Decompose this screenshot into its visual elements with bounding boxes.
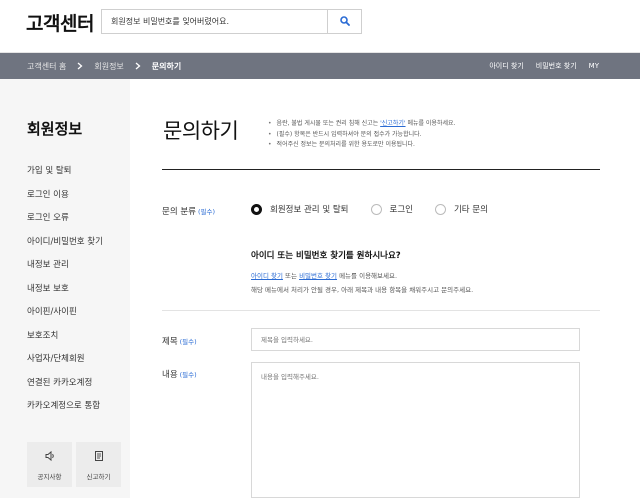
notice-list: 음란, 불법 게시물 또는 권리 침해 신고는 '신고하기' 메뉴를 이용하세요… <box>268 119 456 151</box>
sidebar-item-my-info[interactable]: 내정보 관리 <box>27 257 103 281</box>
subject-label-text: 제목 <box>162 337 178 347</box>
category-label-text: 문의 분류 <box>162 207 196 217</box>
notice-text: 메뉴를 이용하세요. <box>405 120 456 127</box>
chevron-right-icon <box>77 62 83 70</box>
help-text: 메뉴를 이용해보세요. <box>337 272 398 280</box>
sidebar-item-business-member[interactable]: 사업자/단체회원 <box>27 351 103 375</box>
required-mark: (필수) <box>197 208 216 216</box>
sidebar-item-find-id-password[interactable]: 아이디/비밀번호 찾기 <box>27 234 103 258</box>
notice-item: 음란, 불법 게시물 또는 권리 침해 신고는 '신고하기' 메뉴를 이용하세요… <box>268 119 456 130</box>
sidebar-item-linked-kakao[interactable]: 연결된 카카오계정 <box>27 375 103 399</box>
category-radio-group: 회원정보 관리 및 탈퇴 로그인 기타 문의 <box>251 203 510 215</box>
navbar: 고객센터 홈 회원정보 문의하기 아이디 찾기 비밀번호 찾기 MY <box>0 53 640 79</box>
radio-member-management[interactable]: 회원정보 관리 및 탈퇴 <box>251 203 349 215</box>
radio-label: 기타 문의 <box>453 205 488 215</box>
notice-text: 음란, 불법 게시물 또는 권리 침해 신고는 <box>276 120 381 127</box>
search-icon <box>339 13 350 31</box>
logo[interactable]: 고객센터 <box>26 9 94 36</box>
main-content: 문의하기 음란, 불법 게시물 또는 권리 침해 신고는 '신고하기' 메뉴를 … <box>130 79 640 498</box>
help-line-1: 아이디 찾기 또는 비밀번호 찾기 메뉴를 이용해보세요. <box>251 270 397 280</box>
category-label: 문의 분류 (필수) <box>162 205 215 217</box>
search-button[interactable] <box>327 10 361 33</box>
breadcrumb: 고객센터 홈 회원정보 문의하기 <box>27 53 181 79</box>
search-input[interactable] <box>102 10 328 33</box>
subject-input[interactable] <box>251 328 580 351</box>
radio-selected-icon <box>251 203 262 215</box>
help-title: 아이디 또는 비밀번호 찾기를 원하시나요? <box>251 251 401 261</box>
breadcrumb-current: 문의하기 <box>151 61 182 71</box>
content-textarea[interactable] <box>251 362 580 498</box>
required-mark: (필수) <box>179 338 197 346</box>
sidebar-item-info-protection[interactable]: 내정보 보호 <box>27 281 103 305</box>
sidebar-title: 회원정보 <box>27 120 83 138</box>
section-divider <box>162 310 600 311</box>
help-line-2: 해당 메뉴에서 처리가 안될 경우, 아래 제목과 내용 항목을 채워주시고 문… <box>251 286 474 294</box>
sidebar-item-join-leave[interactable]: 가입 및 탈퇴 <box>27 163 103 187</box>
report-card-label: 신고하기 <box>86 472 111 481</box>
radio-label: 로그인 <box>389 205 413 215</box>
search-box <box>101 9 362 34</box>
sidebar-item-protection-measures[interactable]: 보호조치 <box>27 328 103 352</box>
radio-login[interactable]: 로그인 <box>370 203 413 215</box>
notice-item: 적어주신 정보는 문의처리를 위한 용도로만 이용됩니다. <box>268 140 455 151</box>
breadcrumb-home[interactable]: 고객센터 홈 <box>27 61 66 72</box>
speaker-icon <box>44 449 56 467</box>
find-id-link[interactable]: 아이디 찾기 <box>251 272 283 280</box>
sidebar-menu: 가입 및 탈퇴 로그인 이용 로그인 오류 아이디/비밀번호 찾기 내정보 관리… <box>27 163 103 422</box>
report-card[interactable]: 신고하기 <box>76 442 121 487</box>
breadcrumb-member-info[interactable]: 회원정보 <box>94 61 123 72</box>
find-password-link[interactable]: 비밀번호 찾기 <box>299 272 337 280</box>
radio-label: 회원정보 관리 및 탈퇴 <box>270 205 349 215</box>
report-link[interactable]: '신고하기' <box>380 120 405 127</box>
document-icon <box>93 449 105 467</box>
required-mark: (필수) <box>179 371 197 379</box>
notice-card[interactable]: 공지사항 <box>27 442 72 487</box>
sidebar-item-kakao-merge[interactable]: 카카오계정으로 통합 <box>27 398 103 422</box>
notice-item: (필수) 항목은 반드시 입력하셔야 문의 접수가 가능합니다. <box>268 130 455 141</box>
nav-links: 아이디 찾기 비밀번호 찾기 MY <box>477 53 599 79</box>
subject-label: 제목 (필수) <box>162 335 197 347</box>
nav-find-password-link[interactable]: 비밀번호 찾기 <box>536 61 577 71</box>
sidebar-item-login-error[interactable]: 로그인 오류 <box>27 210 103 234</box>
nav-find-id-link[interactable]: 아이디 찾기 <box>489 61 523 71</box>
content-label-text: 내용 <box>162 370 178 380</box>
chevron-right-icon <box>135 62 141 70</box>
title-divider <box>162 169 600 170</box>
nav-my-link[interactable]: MY <box>589 62 599 70</box>
header: 고객센터 <box>0 0 640 53</box>
sidebar: 회원정보 가입 및 탈퇴 로그인 이용 로그인 오류 아이디/비밀번호 찾기 내… <box>0 79 130 498</box>
page-title: 문의하기 <box>163 119 239 143</box>
radio-other[interactable]: 기타 문의 <box>434 203 488 215</box>
radio-empty-icon <box>370 203 382 215</box>
sidebar-item-login-use[interactable]: 로그인 이용 <box>27 187 103 211</box>
notice-card-label: 공지사항 <box>37 472 62 481</box>
sidebar-item-ipin[interactable]: 아이핀/사이핀 <box>27 304 103 328</box>
content-label: 내용 (필수) <box>162 368 197 380</box>
radio-empty-icon <box>434 203 446 215</box>
help-text: 또는 <box>282 272 300 280</box>
